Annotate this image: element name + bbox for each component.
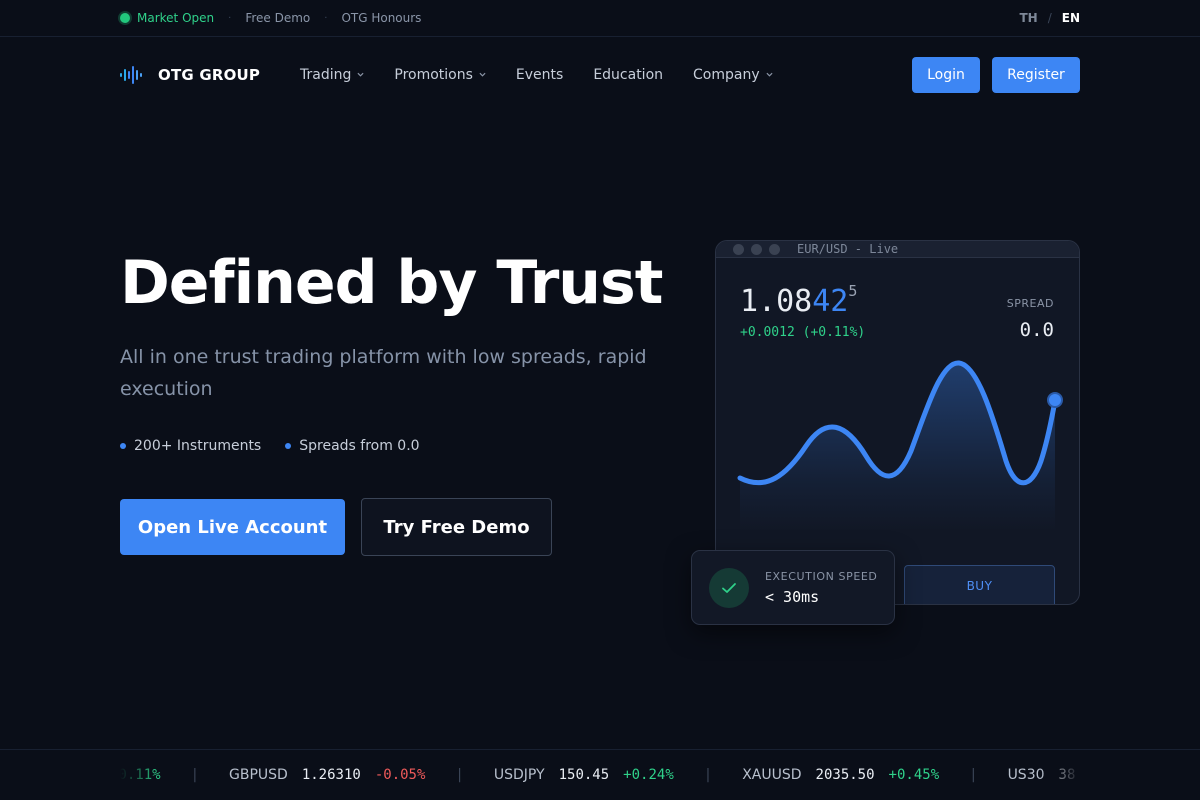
nav-item-label: Events — [515, 67, 564, 83]
ticker-item[interactable]: USDJPY 150.45 +0.24% — [494, 767, 674, 783]
ticker-price: 1.26310 — [301, 767, 361, 783]
otg-honours-link[interactable]: OTG Honours — [341, 11, 421, 25]
status-dot-icon — [120, 13, 130, 23]
spread-value: 0.0 — [1019, 319, 1054, 341]
language-switcher: TH / EN — [1019, 11, 1080, 25]
nav-item-label: Company — [693, 67, 760, 83]
execution-speed-card: EXECUTION SPEED < 30ms — [691, 550, 895, 625]
window-dot-icon — [769, 243, 780, 255]
price-ticker: +0.11% | GBPUSD 1.26310 -0.05% | USDJPY … — [0, 749, 1200, 800]
ticker-change: +0.11% — [120, 767, 161, 783]
ticker-change: -0.05% — [374, 767, 426, 783]
ticker-change: +0.45% — [888, 767, 940, 783]
terminal-title: EUR/USD - Live — [797, 242, 899, 256]
price-main: 1.08 — [740, 284, 813, 319]
nav-actions: Login Register — [912, 57, 1080, 93]
ticker-symbol: XAUUSD — [742, 767, 802, 783]
nav-item-promotions[interactable]: Promotions — [394, 67, 486, 83]
nav-item-label: Education — [593, 67, 664, 83]
ticker-symbol: GBPUSD — [229, 767, 288, 783]
chevron-down-icon — [479, 72, 486, 77]
market-status: Market Open — [120, 11, 214, 25]
hero-title: Defined by Trust — [120, 248, 663, 318]
login-button[interactable]: Login — [912, 57, 980, 93]
nav-item-trading[interactable]: Trading — [300, 67, 364, 83]
spread-label: SPREAD — [1006, 297, 1054, 310]
market-status-label: Market Open — [137, 11, 215, 25]
check-icon — [709, 567, 749, 608]
price-sparkline-chart — [737, 360, 1063, 531]
live-price: 1.08425 — [740, 282, 858, 319]
waveform-logo-icon — [120, 66, 142, 84]
top-utility-bar: Market Open · Free Demo · OTG Honours TH… — [0, 0, 1200, 37]
open-live-account-button[interactable]: Open Live Account — [120, 499, 345, 555]
ticker-price: 2035.50 — [815, 767, 875, 783]
ticker-price: 150.45 — [558, 767, 610, 783]
feature-item: Spreads from 0.0 — [285, 438, 420, 454]
ticker-change: +0.24% — [623, 767, 674, 783]
buy-button[interactable]: BUY — [904, 565, 1055, 604]
ticker-item: +0.11% — [120, 767, 161, 783]
ticker-item[interactable]: GBPUSD 1.26310 -0.05% — [229, 767, 425, 783]
register-button[interactable]: Register — [992, 57, 1080, 93]
ticker-symbol: USDJPY — [493, 767, 545, 783]
lang-separator: / — [1047, 11, 1052, 25]
free-demo-link[interactable]: Free Demo — [245, 11, 310, 25]
ticker-item[interactable]: US30 38 — [1008, 767, 1080, 783]
main-nav: OTG GROUP Trading Promotions Events Educ… — [120, 56, 1080, 94]
window-dot-icon — [733, 243, 744, 255]
bullet-icon — [285, 443, 292, 449]
ticker-symbol: US30 — [1007, 767, 1045, 783]
hero-subtitle: All in one trust trading platform with l… — [120, 346, 647, 400]
price-change: +0.0012 (+0.11%) — [740, 325, 866, 340]
brand-name: OTG GROUP — [158, 66, 261, 84]
lang-en-option[interactable]: EN — [1062, 11, 1080, 25]
feature-label: 200+ Instruments — [134, 438, 262, 454]
nav-item-company[interactable]: Company — [693, 67, 773, 83]
window-dot-icon — [751, 243, 762, 255]
chevron-down-icon — [357, 72, 364, 77]
nav-item-events[interactable]: Events — [516, 67, 563, 83]
chart-endpoint-dot — [1047, 392, 1063, 408]
nav-item-label: Promotions — [394, 67, 473, 83]
ticker-row: +0.11% | GBPUSD 1.26310 -0.05% | USDJPY … — [120, 767, 1080, 783]
chart-area-fill — [740, 362, 1055, 531]
nav-item-education[interactable]: Education — [593, 67, 663, 83]
brand-logo[interactable]: OTG GROUP — [120, 66, 300, 84]
terminal-title-bar: EUR/USD - Live — [716, 241, 1079, 258]
price-fraction: 5 — [848, 282, 858, 300]
execution-speed-label: EXECUTION SPEED — [765, 569, 878, 583]
nav-item-label: Trading — [300, 67, 352, 83]
feature-list: 200+ Instruments Spreads from 0.0 — [120, 438, 444, 454]
ticker-item[interactable]: XAUUSD 2035.50 +0.45% — [742, 767, 939, 783]
lang-th-option[interactable]: TH — [1019, 11, 1037, 25]
price-pips: 42 — [812, 284, 849, 319]
try-free-demo-button[interactable]: Try Free Demo — [361, 498, 552, 556]
ticker-price: 38 — [1058, 767, 1076, 783]
chart-line — [737, 360, 1058, 486]
chevron-down-icon — [766, 72, 773, 77]
feature-label: Spreads from 0.0 — [299, 438, 420, 454]
bullet-icon — [120, 443, 126, 449]
execution-speed-value: < 30ms — [765, 587, 820, 606]
feature-item: 200+ Instruments — [120, 438, 261, 454]
nav-menu: Trading Promotions Events Education Comp… — [300, 67, 803, 83]
